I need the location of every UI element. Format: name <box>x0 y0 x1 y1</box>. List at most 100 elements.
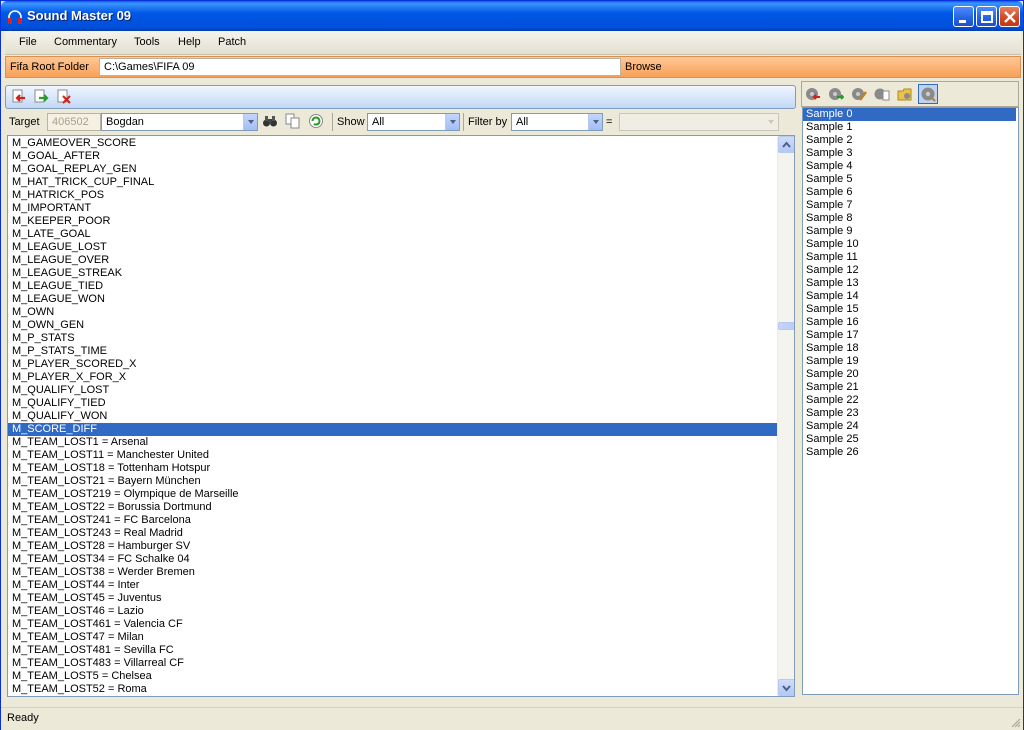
list-item[interactable]: M_QUALIFY_LOST <box>8 384 777 397</box>
sample-item[interactable]: Sample 20 <box>803 368 1018 381</box>
list-item[interactable]: M_TEAM_LOST243 = Real Madrid <box>8 527 777 540</box>
sample-item[interactable]: Sample 2 <box>803 134 1018 147</box>
browse-button[interactable]: Browse <box>625 61 662 73</box>
chevron-down-icon[interactable] <box>588 114 602 130</box>
menu-commentary[interactable]: Commentary <box>54 36 117 48</box>
target-select[interactable]: Bogdan <box>101 113 258 131</box>
export-icon[interactable] <box>33 89 49 105</box>
title-bar[interactable]: Sound Master 09 <box>1 1 1023 31</box>
filter-by-select[interactable]: All <box>511 113 603 131</box>
sample-item[interactable]: Sample 25 <box>803 433 1018 446</box>
sample-item[interactable]: Sample 8 <box>803 212 1018 225</box>
sample-item[interactable]: Sample 12 <box>803 264 1018 277</box>
resize-grip-icon[interactable] <box>1009 716 1021 728</box>
sample-item[interactable]: Sample 24 <box>803 420 1018 433</box>
list-item[interactable]: M_LEAGUE_LOST <box>8 241 777 254</box>
sample-item[interactable]: Sample 3 <box>803 147 1018 160</box>
folder-sample-icon[interactable] <box>897 86 913 102</box>
close-button[interactable] <box>999 6 1020 27</box>
list-item[interactable]: M_TEAM_LOST22 = Borussia Dortmund <box>8 501 777 514</box>
list-item[interactable]: M_HAT_TRICK_CUP_FINAL <box>8 176 777 189</box>
list-item[interactable]: M_LEAGUE_WON <box>8 293 777 306</box>
export-sample-icon[interactable] <box>828 86 845 102</box>
sample-item[interactable]: Sample 9 <box>803 225 1018 238</box>
copy-icon[interactable] <box>285 113 301 129</box>
sample-item[interactable]: Sample 4 <box>803 160 1018 173</box>
sample-item[interactable]: Sample 1 <box>803 121 1018 134</box>
sample-item[interactable]: Sample 22 <box>803 394 1018 407</box>
menu-file[interactable]: File <box>19 36 37 48</box>
sample-item[interactable]: Sample 21 <box>803 381 1018 394</box>
sample-item[interactable]: Sample 26 <box>803 446 1018 459</box>
chevron-down-icon[interactable] <box>243 114 257 130</box>
list-item[interactable]: M_HATRICK_POS <box>8 189 777 202</box>
sample-list[interactable]: Sample 0 Sample 1 Sample 2 Sample 3 Sample 4… <box>802 107 1019 695</box>
sample-item[interactable]: Sample 23 <box>803 407 1018 420</box>
minimize-button[interactable] <box>953 6 974 27</box>
sample-item[interactable]: Sample 19 <box>803 355 1018 368</box>
sample-item[interactable]: Sample 6 <box>803 186 1018 199</box>
list-item[interactable]: M_P_STATS <box>8 332 777 345</box>
sample-item[interactable]: Sample 16 <box>803 316 1018 329</box>
delete-icon[interactable] <box>56 89 72 105</box>
chevron-down-icon[interactable] <box>445 114 459 130</box>
scroll-down-button[interactable] <box>778 679 794 696</box>
event-list[interactable]: M_GAMEOVER_SCORE M_GOAL_AFTER M_GOAL_REPLA… <box>7 135 795 697</box>
list-item[interactable]: M_SCORE_DIFF <box>8 423 777 436</box>
list-item[interactable]: M_OWN <box>8 306 777 319</box>
event-list-scrollbar[interactable] <box>777 136 794 696</box>
maximize-button[interactable] <box>976 6 997 27</box>
menu-help[interactable]: Help <box>178 36 201 48</box>
refresh-icon[interactable] <box>308 113 324 129</box>
menu-tools[interactable]: Tools <box>134 36 160 48</box>
list-item[interactable]: M_TEAM_LOST45 = Juventus <box>8 592 777 605</box>
list-item[interactable]: M_GOAL_AFTER <box>8 150 777 163</box>
list-item[interactable]: M_TEAM_LOST46 = Lazio <box>8 605 777 618</box>
import-sample-icon[interactable] <box>805 86 821 102</box>
list-item[interactable]: M_PLAYER_X_FOR_X <box>8 371 777 384</box>
sample-item[interactable]: Sample 11 <box>803 251 1018 264</box>
list-item[interactable]: M_LEAGUE_TIED <box>8 280 777 293</box>
scroll-up-button[interactable] <box>778 136 794 153</box>
list-item[interactable]: M_TEAM_LOST18 = Tottenham Hotspur <box>8 462 777 475</box>
sample-item[interactable]: Sample 17 <box>803 329 1018 342</box>
list-item[interactable]: M_QUALIFY_WON <box>8 410 777 423</box>
list-item[interactable]: M_TEAM_LOST28 = Hamburger SV <box>8 540 777 553</box>
sample-item[interactable]: Sample 10 <box>803 238 1018 251</box>
list-item[interactable]: M_P_STATS_TIME <box>8 345 777 358</box>
copy-sample-icon[interactable] <box>874 86 890 102</box>
list-item[interactable]: M_LEAGUE_STREAK <box>8 267 777 280</box>
list-item[interactable]: M_TEAM_LOST5 = Chelsea <box>8 670 777 683</box>
scroll-thumb[interactable] <box>778 322 794 330</box>
show-select[interactable]: All <box>367 113 460 131</box>
sample-item[interactable]: Sample 5 <box>803 173 1018 186</box>
sample-item[interactable]: Sample 0 <box>803 108 1016 121</box>
binoculars-icon[interactable] <box>262 113 278 129</box>
list-item[interactable]: M_TEAM_LOST461 = Valencia CF <box>8 618 777 631</box>
import-icon[interactable] <box>11 89 27 105</box>
list-item[interactable]: M_KEEPER_POOR <box>8 215 777 228</box>
list-item[interactable]: M_TEAM_LOST241 = FC Barcelona <box>8 514 777 527</box>
list-item[interactable]: M_TEAM_LOST44 = Inter <box>8 579 777 592</box>
menu-patch[interactable]: Patch <box>218 36 246 48</box>
list-item[interactable]: M_QUALIFY_TIED <box>8 397 777 410</box>
list-item[interactable]: M_PLAYER_SCORED_X <box>8 358 777 371</box>
list-item[interactable]: M_TEAM_LOST38 = Werder Bremen <box>8 566 777 579</box>
list-item[interactable]: M_OWN_GEN <box>8 319 777 332</box>
list-item[interactable]: M_TEAM_LOST21 = Bayern München <box>8 475 777 488</box>
list-item[interactable]: M_TEAM_LOST1 = Arsenal <box>8 436 777 449</box>
list-item[interactable]: M_TEAM_LOST483 = Villarreal CF <box>8 657 777 670</box>
edit-sample-icon[interactable] <box>851 86 867 102</box>
list-item[interactable]: M_GOAL_REPLAY_GEN <box>8 163 777 176</box>
list-item[interactable]: M_LATE_GOAL <box>8 228 777 241</box>
list-item[interactable]: M_TEAM_LOST52 = Roma <box>8 683 777 696</box>
sample-item[interactable]: Sample 14 <box>803 290 1018 303</box>
sample-item[interactable]: Sample 15 <box>803 303 1018 316</box>
sample-item[interactable]: Sample 18 <box>803 342 1018 355</box>
list-item[interactable]: M_IMPORTANT <box>8 202 777 215</box>
list-item[interactable]: M_TEAM_LOST219 = Olympique de Marseille <box>8 488 777 501</box>
list-item[interactable]: M_TEAM_LOST481 = Sevilla FC <box>8 644 777 657</box>
sample-item[interactable]: Sample 7 <box>803 199 1018 212</box>
list-item[interactable]: M_GAMEOVER_SCORE <box>8 137 777 150</box>
list-item[interactable]: M_TEAM_LOST34 = FC Schalke 04 <box>8 553 777 566</box>
